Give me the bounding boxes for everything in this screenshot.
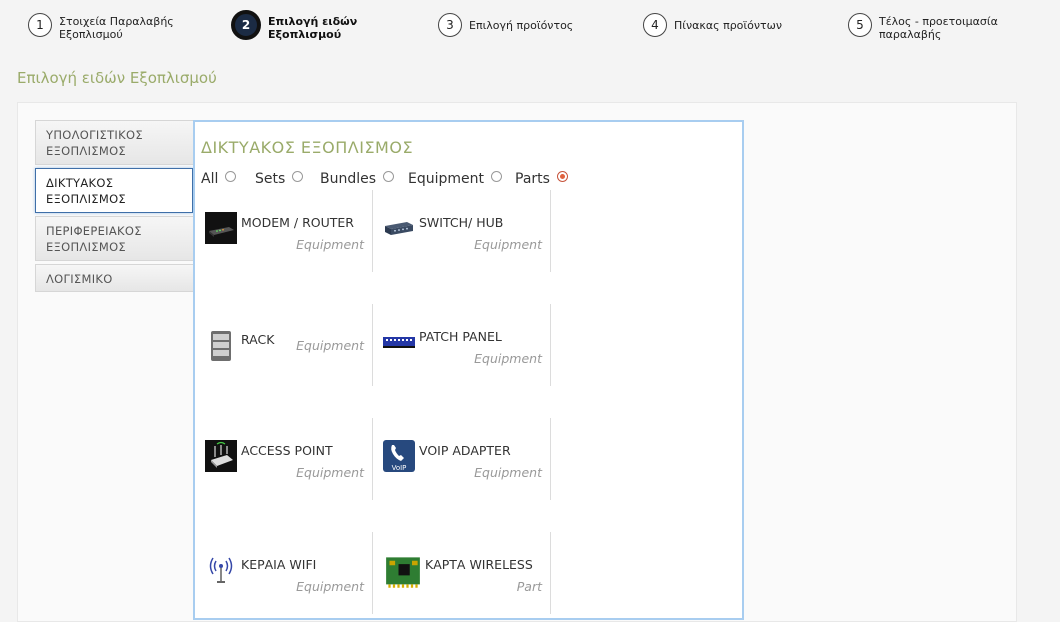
product-name: ACCESS POINT	[241, 443, 333, 458]
tab-computing-equipment[interactable]: ΥΠΟΛΟΓΙΣΤΙΚΟΣ ΕΞΟΠΛΙΣΜΟΣ	[35, 120, 193, 165]
filter-all-radio[interactable]	[225, 170, 237, 182]
page-title: Επιλογή ειδών Εξοπλισμού	[17, 69, 217, 87]
access-point-icon	[205, 440, 237, 472]
product-name: ΚΑΡΤΑ WIRELESS	[425, 557, 533, 572]
step-label: Τέλος - προετοιμασία παραλαβής	[879, 15, 998, 41]
category-sidebar: ΥΠΟΛΟΓΙΣΤΙΚΟΣ ΕΞΟΠΛΙΣΜΟΣ ΔΙΚΤΥΑΚΟΣ ΕΞΟΠΛ…	[35, 120, 193, 295]
filter-sets[interactable]: Sets	[255, 170, 304, 187]
filter-sets-radio[interactable]	[292, 170, 304, 182]
step-label: Στοιχεία Παραλαβής Εξοπλισμού	[59, 15, 174, 41]
product-kind: Equipment	[474, 351, 542, 366]
wireless-card-icon	[385, 554, 421, 590]
product-kind: Equipment	[296, 579, 364, 594]
tab-network-equipment[interactable]: ΔΙΚΤΥΑΚΟΣ ΕΞΟΠΛΙΣΜΟΣ	[35, 168, 193, 213]
filter-label: Bundles	[320, 171, 377, 187]
filter-label: All	[201, 171, 219, 187]
step-number: 5	[848, 13, 872, 37]
filter-bundles-radio[interactable]	[383, 170, 395, 182]
product-kind: Part	[516, 579, 542, 594]
voip-icon-text: VoIP	[392, 464, 407, 472]
step-5[interactable]: 5 Τέλος - προετοιμασία παραλαβής	[848, 13, 999, 41]
step-1[interactable]: 1 Στοιχεία Παραλαβής Εξοπλισμού	[28, 13, 179, 41]
product-name: ΚΕΡΑΙΑ WIFI	[241, 557, 317, 572]
filter-all[interactable]: All	[201, 170, 237, 187]
filter-parts-radio[interactable]	[556, 170, 568, 182]
product-name: PATCH PANEL	[419, 329, 502, 344]
step-number: 3	[438, 13, 462, 37]
product-card-voip-adapter[interactable]: VoIP VOIP ADAPTER Equipment	[373, 418, 551, 500]
product-name: SWITCH/ HUB	[419, 215, 504, 230]
step-number: 2	[231, 10, 261, 40]
tab-software[interactable]: ΛΟΓΙΣΜΙΚΟ	[35, 264, 193, 292]
step-2-active[interactable]: 2 Επιλογή ειδών Εξοπλισμού	[231, 10, 358, 41]
step-number: 4	[643, 13, 667, 37]
product-card-access-point[interactable]: ACCESS POINT Equipment	[195, 418, 373, 500]
patch-panel-icon	[383, 326, 415, 358]
step-4[interactable]: 4 Πίνακας προϊόντων	[643, 13, 794, 37]
filter-equipment-radio[interactable]	[491, 170, 502, 182]
product-kind: Equipment	[296, 465, 364, 480]
product-card-patch-panel[interactable]: PATCH PANEL Equipment	[373, 304, 551, 386]
product-name: VOIP ADAPTER	[419, 443, 511, 458]
product-card-rack[interactable]: RACK Equipment	[195, 304, 373, 386]
filter-bundles[interactable]: Bundles	[320, 170, 395, 187]
product-kind: Equipment	[296, 237, 364, 252]
step-label: Επιλογή ειδών Εξοπλισμού	[268, 15, 358, 41]
product-kind: Equipment	[296, 338, 364, 353]
tab-peripheral-equipment[interactable]: ΠΕΡΙΦΕΡΕΙΑΚΟΣ ΕΞΟΠΛΙΣΜΟΣ	[35, 216, 193, 261]
modem-router-icon	[205, 212, 237, 244]
step-label: Επιλογή προϊόντος	[469, 19, 574, 32]
step-3[interactable]: 3 Επιλογή προϊόντος	[438, 13, 589, 37]
product-name: RACK	[241, 332, 275, 347]
product-card-wifi-antenna[interactable]: ΚΕΡΑΙΑ WIFI Equipment	[195, 532, 373, 614]
step-label: Πίνακας προϊόντων	[674, 19, 782, 32]
product-card-wireless-card[interactable]: ΚΑΡΤΑ WIRELESS Part	[373, 532, 551, 614]
product-card-switch-hub[interactable]: SWITCH/ HUB Equipment	[373, 190, 551, 272]
wifi-antenna-icon	[205, 554, 237, 586]
filter-label: Parts	[515, 171, 550, 187]
category-content: ΔΙΚΤΥΑΚΟΣ ΕΞΟΠΛΙΣΜΟΣ All Sets Bundles Eq…	[193, 120, 744, 620]
filter-parts[interactable]: Parts	[515, 170, 568, 187]
filter-label: Sets	[255, 171, 286, 187]
rack-icon	[205, 330, 237, 362]
product-kind: Equipment	[474, 465, 542, 480]
step-number: 1	[28, 13, 52, 37]
product-card-modem-router[interactable]: MODEM / ROUTER Equipment	[195, 190, 373, 272]
product-kind: Equipment	[474, 237, 542, 252]
content-title: ΔΙΚΤΥΑΚΟΣ ΕΞΟΠΛΙΣΜΟΣ	[201, 138, 414, 157]
voip-adapter-icon: VoIP	[383, 440, 415, 472]
product-name: MODEM / ROUTER	[241, 215, 354, 230]
switch-hub-icon	[383, 212, 415, 244]
filter-label: Equipment	[408, 171, 484, 187]
wizard-stepper: 1 Στοιχεία Παραλαβής Εξοπλισμού 2 Επιλογ…	[0, 0, 1060, 56]
filter-equipment[interactable]: Equipment	[408, 170, 502, 187]
